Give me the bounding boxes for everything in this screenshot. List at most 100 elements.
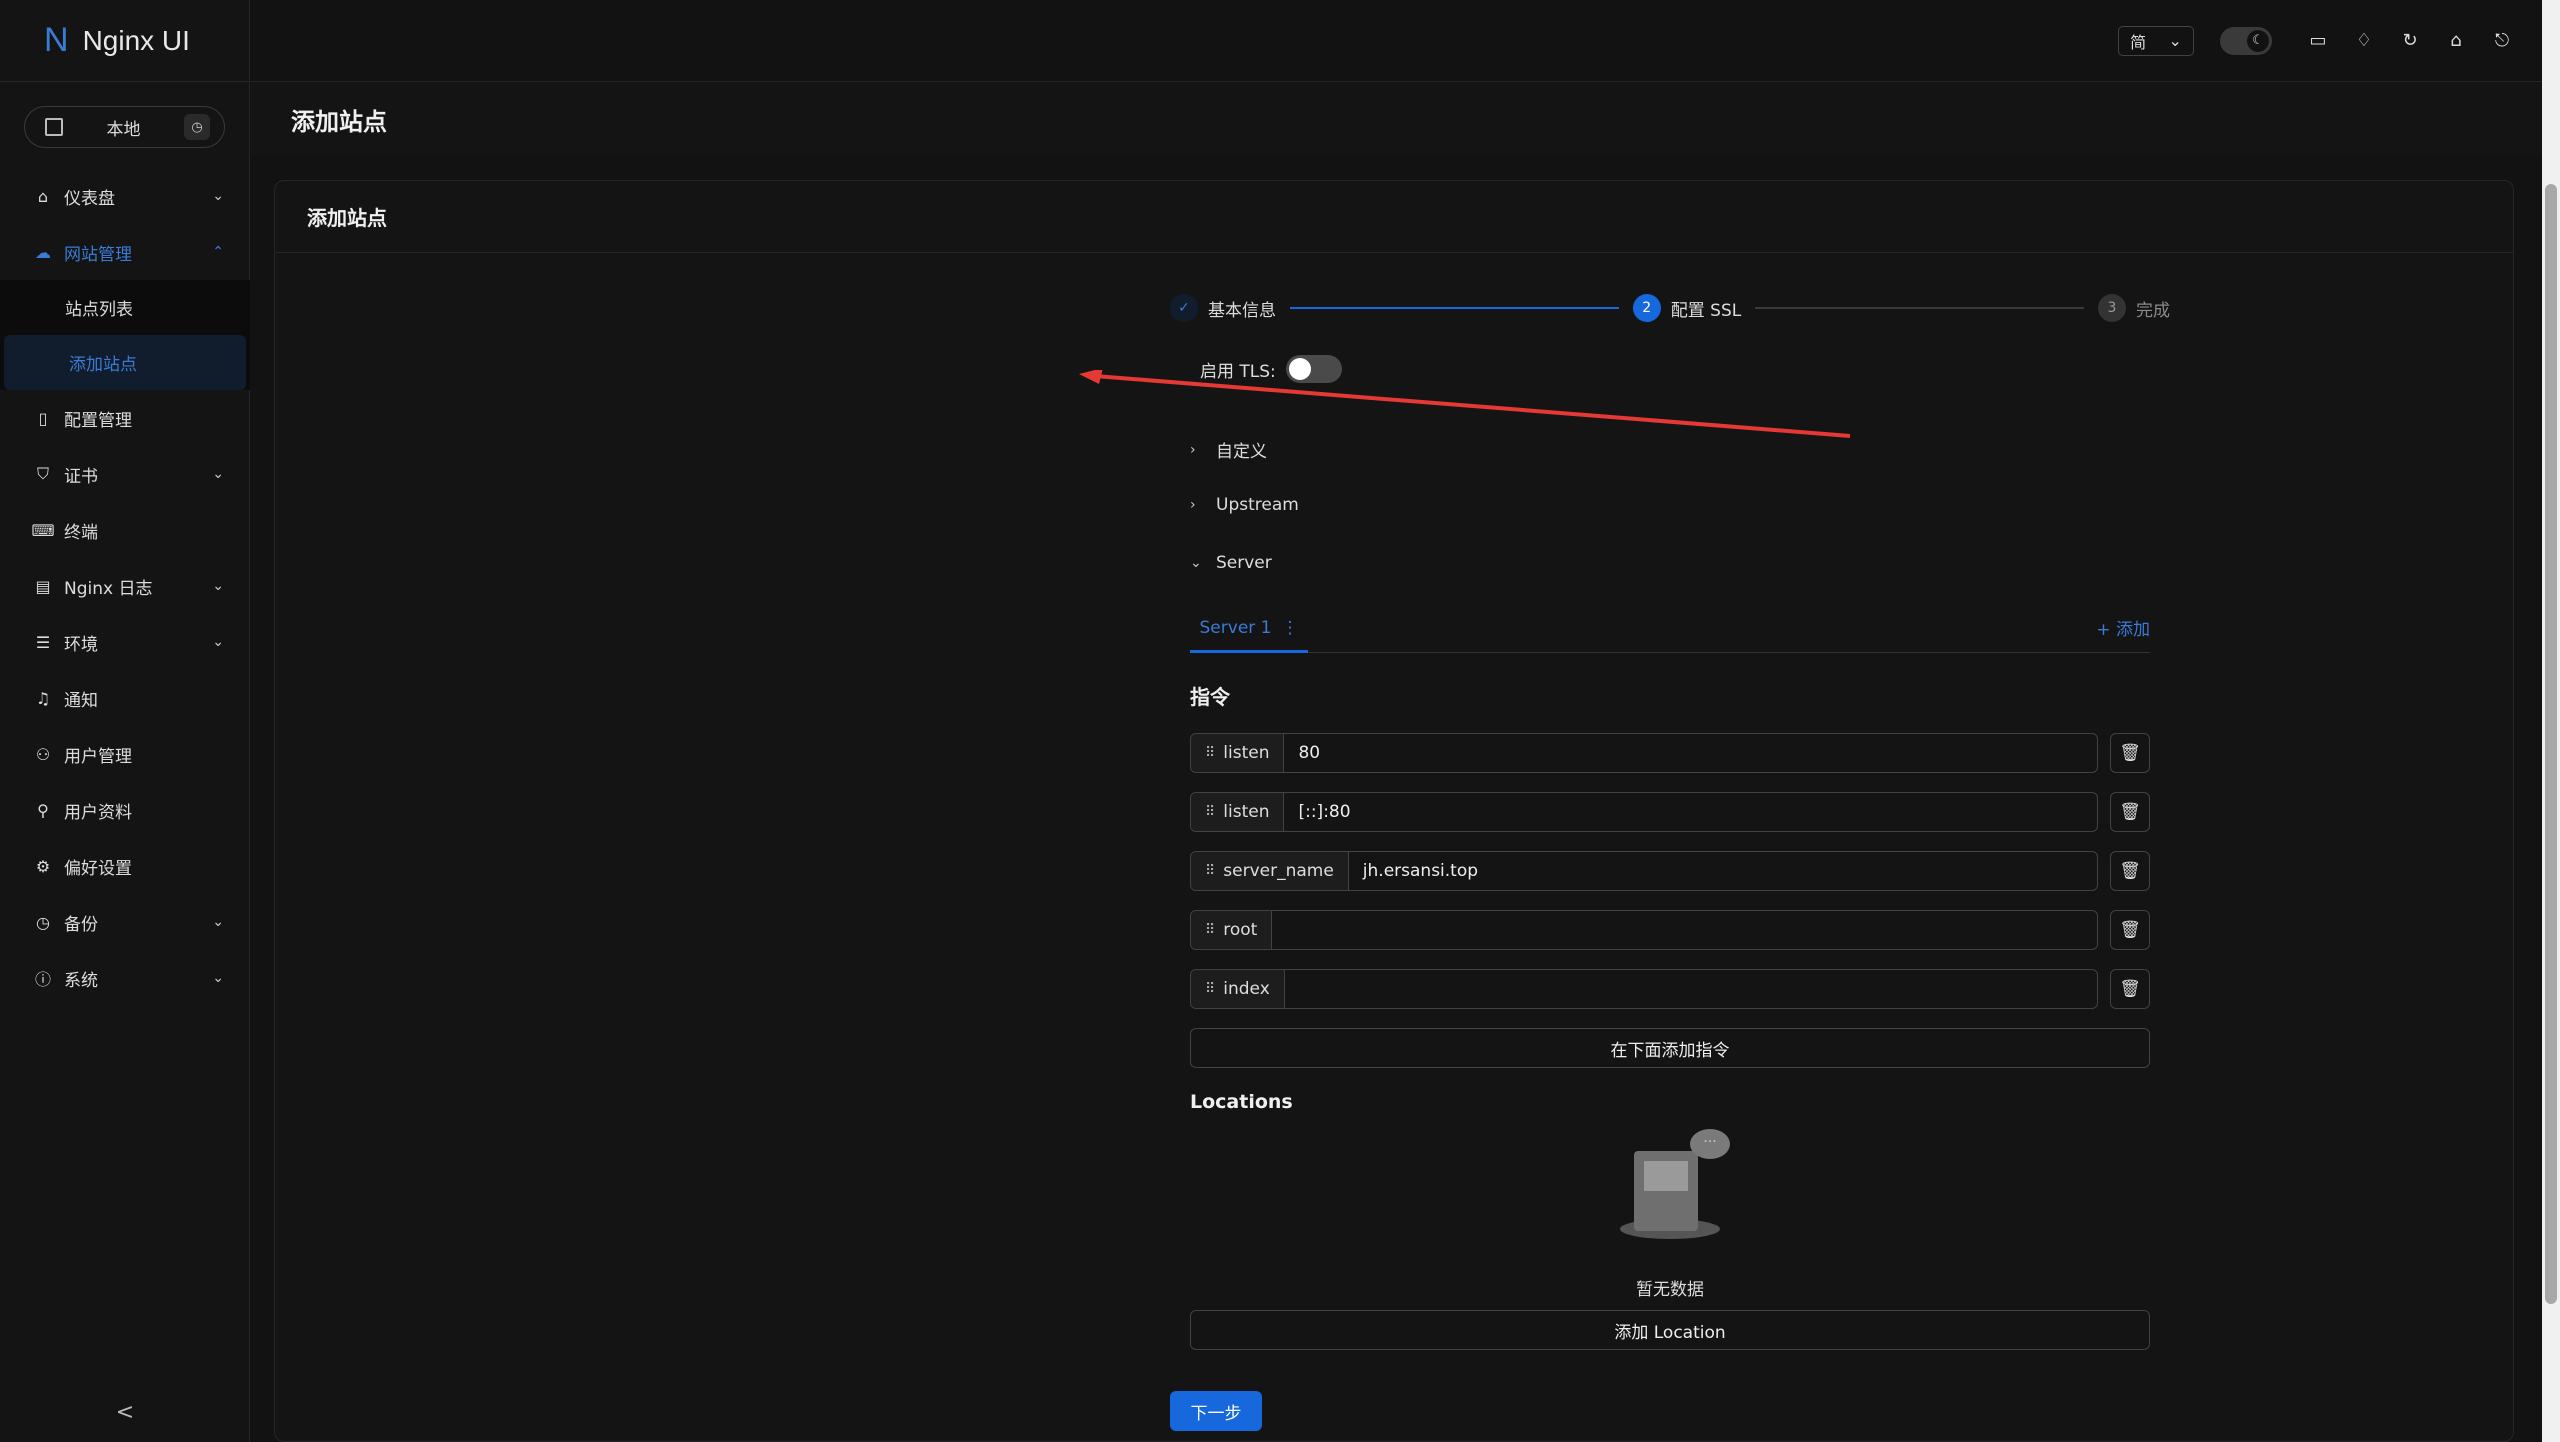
sidebar-item-sites[interactable]: ☁ 网站管理 ⌃ [0,224,250,280]
sidebar-item-dashboard[interactable]: ⌂ 仪表盘 ⌄ [0,168,250,224]
sidebar-item-config[interactable]: ▯ 配置管理 [0,390,250,446]
logo[interactable]: N Nginx UI [0,0,249,82]
sidebar-collapse-button[interactable]: < [0,1382,250,1442]
add-server-tab-button[interactable]: + 添加 [2096,615,2150,640]
drag-handle-icon[interactable]: ⠿ [1205,804,1215,820]
directive-name[interactable]: ⠿ index [1191,970,1285,1008]
check-icon: ✓ [1170,294,1198,322]
directive-input[interactable]: ⠿ listen 80 [1190,733,2098,773]
add-location-button[interactable]: 添加 Location [1190,1310,2150,1350]
directive-name[interactable]: ⠿ root [1191,911,1273,949]
nginx-logo-icon: N [44,21,69,59]
next-step-button[interactable]: 下一步 [1170,1391,1262,1431]
server-tabs: Server 1 ⋮ + 添加 [1190,605,2150,653]
directive-value[interactable] [1285,970,2097,1008]
chevron-up-icon: ⌃ [212,244,224,260]
directive-name[interactable]: ⠿ server_name [1191,852,1349,890]
directive-row: ⠿ root 🗑 [1190,910,2150,950]
chevron-right-icon: › [1190,497,1196,513]
sidebar-item-label: 偏好设置 [64,858,132,879]
sidebar-item-environment[interactable]: ☰ 环境 ⌄ [0,614,250,670]
sidebar-item-preferences[interactable]: ⚙ 偏好设置 [0,838,250,894]
directive-value[interactable]: 80 [1284,734,2097,772]
plus-icon: + [2096,620,2111,640]
dashboard-icon[interactable]: ◷ [184,114,210,140]
delete-icon[interactable]: 🗑 [2110,910,2150,950]
locations-title: Locations [1190,1091,1293,1113]
directive-row: ⠿ listen 80 🗑 [1190,733,2150,773]
drag-handle-icon[interactable]: ⠿ [1205,745,1215,761]
cloud-icon: ☁ [35,242,51,262]
drag-handle-icon[interactable]: ⠿ [1205,863,1215,879]
step-connector [1755,307,2084,309]
card-header: 添加站点 [275,181,2513,253]
drag-handle-icon[interactable]: ⠿ [1205,981,1215,997]
chevron-down-icon: ⌄ [212,578,224,594]
home-icon: ⌂ [37,186,49,206]
delete-icon[interactable]: 🗑 [2110,733,2150,773]
sidebar-item-backup[interactable]: ◷ 备份 ⌄ [0,894,250,950]
collapse-server[interactable]: ⌄ Server [1190,553,1272,573]
annotation-arrow [1079,370,1851,438]
app-title: Nginx UI [82,24,190,56]
bell-icon[interactable]: ♢ [2354,30,2374,51]
chevron-down-icon: ⌄ [212,634,224,650]
sidebar-item-notifications[interactable]: ♫ 通知 [0,670,250,726]
database-icon: ☰ [35,632,51,652]
arrow-shaft [1094,374,1851,438]
more-vertical-icon[interactable]: ⋮ [1281,618,1298,638]
directive-input[interactable]: ⠿ root [1190,910,2098,950]
collapse-custom[interactable]: › 自定义 [1190,437,1267,463]
delete-icon[interactable]: 🗑 [2110,792,2150,832]
directive-name-text: server_name [1223,861,1334,881]
sidebar-item-add-site[interactable]: 添加站点 [4,335,246,390]
steps: ✓ 基本信息 2 配置 SSL 3 完成 [1170,293,2170,323]
sidebar-item-certificates[interactable]: ⛉ 证书 ⌄ [0,446,250,502]
collapse-upstream[interactable]: › Upstream [1190,495,1299,515]
directive-input[interactable]: ⠿ server_name jh.ersansi.top [1190,851,2098,891]
scrollbar-thumb[interactable] [2545,184,2557,1304]
sidebar-item-profile[interactable]: ⚲ 用户资料 [0,782,250,838]
delete-icon[interactable]: 🗑 [2110,851,2150,891]
add-directive-button[interactable]: 在下面添加指令 [1190,1028,2150,1068]
directive-name-text: index [1223,979,1270,999]
directive-input[interactable]: ⠿ index [1190,969,2098,1009]
directive-name[interactable]: ⠿ listen [1191,793,1285,831]
step-finish: 3 完成 [2098,294,2170,322]
sidebar-item-terminal[interactable]: ⌨ 终端 [0,502,250,558]
step-ssl: 2 配置 SSL [1632,294,1742,322]
directive-value[interactable] [1272,911,2097,949]
user-icon: ⚲ [37,800,49,820]
directive-value[interactable]: jh.ersansi.top [1349,852,2097,890]
users-icon: ⚇ [35,744,51,764]
sidebar-item-label: 通知 [64,690,98,711]
sidebar-menu: ⌂ 仪表盘 ⌄ ☁ 网站管理 ⌃ 站点列表 添加站点 ▯ 配置管理 ⛉ 证书 ⌄… [0,168,250,1006]
tab-server-1[interactable]: Server 1 ⋮ [1190,605,1308,653]
home-icon[interactable]: ⌂ [2446,30,2466,51]
sidebar-item-site-list[interactable]: 站点列表 [0,280,250,335]
page-header: 添加站点 [251,82,2542,156]
directive-value[interactable]: [::]:80 [1284,793,2097,831]
directive-name[interactable]: ⠿ listen [1191,734,1285,772]
sidebar-item-system[interactable]: ⓘ 系统 ⌄ [0,950,250,1006]
sidebar-item-nginx-log[interactable]: ▤ Nginx 日志 ⌄ [0,558,250,614]
sidebar: N Nginx UI 本地 ◷ ⌂ 仪表盘 ⌄ ☁ 网站管理 ⌃ 站点列表 添加… [0,0,250,1442]
language-select[interactable]: 简 ⌄ [2118,25,2194,56]
empty-state: ··· 暂无数据 [1570,1129,1770,1300]
step-label: 完成 [2136,300,2170,321]
delete-icon[interactable]: 🗑 [2110,969,2150,1009]
directive-input[interactable]: ⠿ listen [::]:80 [1190,792,2098,832]
environment-selector[interactable]: 本地 ◷ [24,106,225,148]
theme-toggle[interactable]: ☾ [2220,26,2272,55]
topbar: 简 ⌄ ☾ ▭ ♢ ↻ ⌂ ⎋ [251,0,2542,82]
collapse-label: 自定义 [1216,442,1267,462]
page-scrollbar[interactable] [2542,0,2560,1442]
reload-icon[interactable]: ↻ [2400,30,2420,51]
monitor-icon[interactable]: ▭ [2308,30,2328,51]
sidebar-item-users[interactable]: ⚇ 用户管理 [0,726,250,782]
sidebar-item-label: Nginx 日志 [64,578,153,599]
step-label: 配置 SSL [1670,300,1742,321]
chevron-down-icon: ⌄ [212,188,224,204]
logout-icon[interactable]: ⎋ [2492,30,2512,51]
drag-handle-icon[interactable]: ⠿ [1205,922,1215,938]
